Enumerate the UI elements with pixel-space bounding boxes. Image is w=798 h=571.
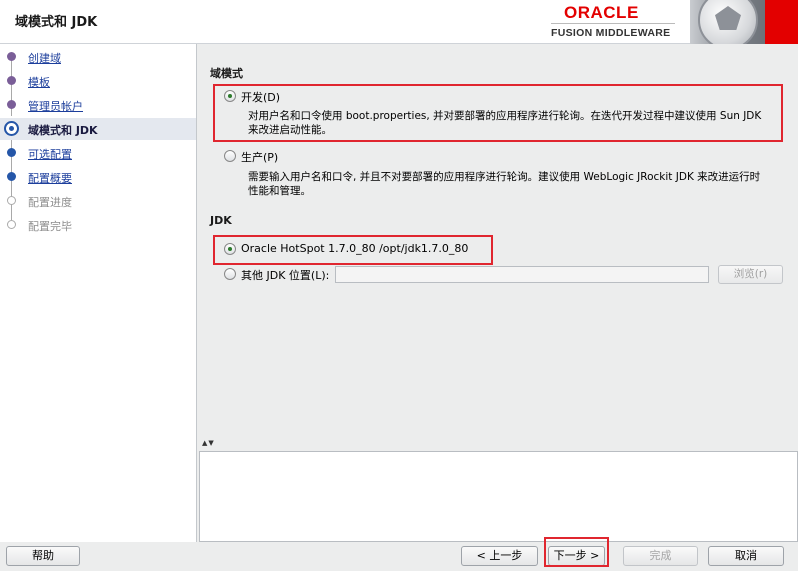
development-radio[interactable] bbox=[224, 90, 236, 102]
nav-step-optional-config[interactable]: 可选配置 bbox=[0, 140, 196, 164]
oracle-logo: ORACLE FUSION MIDDLEWARE bbox=[549, 0, 679, 44]
step-connector bbox=[11, 212, 12, 220]
nav-step-label[interactable]: 域模式和 JDK bbox=[28, 122, 98, 138]
step-pending-icon bbox=[7, 148, 16, 157]
nav-step-label[interactable]: 创建域 bbox=[28, 50, 61, 66]
nav-step-label[interactable]: 配置概要 bbox=[28, 170, 72, 186]
nav-step-label: 配置进度 bbox=[28, 196, 72, 209]
nav-step-config-summary[interactable]: 配置概要 bbox=[0, 164, 196, 188]
step-done-icon bbox=[7, 52, 16, 61]
step-pending-icon bbox=[7, 172, 16, 181]
jdk-heading: JDK bbox=[210, 214, 232, 227]
step-done-icon bbox=[7, 100, 16, 109]
back-button[interactable]: < 上一步 bbox=[461, 546, 538, 566]
nav-step-domain-mode-jdk[interactable]: 域模式和 JDK bbox=[0, 118, 196, 140]
development-description-line: 来改进启动性能。 bbox=[248, 124, 332, 136]
pane-splitter[interactable]: ▲▼ bbox=[199, 439, 798, 447]
production-description-line: 性能和管理。 bbox=[248, 185, 311, 197]
page-title: 域模式和 JDK bbox=[15, 15, 98, 30]
nav-step-label: 配置完毕 bbox=[28, 220, 72, 233]
production-description-line: 需要输入用户名和口令, 并且不对要部署的应用程序进行轮询。建议使用 WebLog… bbox=[248, 171, 761, 183]
cancel-button[interactable]: 取消 bbox=[708, 546, 784, 566]
hotspot-jdk-label[interactable]: Oracle HotSpot 1.7.0_80 /opt/jdk1.7.0_80 bbox=[241, 242, 468, 255]
finish-button: 完成 bbox=[623, 546, 698, 566]
other-jdk-path-input[interactable] bbox=[335, 266, 709, 283]
fusion-middleware-text: FUSION MIDDLEWARE bbox=[551, 27, 671, 39]
development-description: 对用户名和口令使用 boot.properties, 并对要部署的应用程序进行轮… bbox=[248, 109, 784, 137]
highlight-box-next bbox=[544, 537, 609, 567]
splitter-arrows-icon[interactable]: ▲▼ bbox=[202, 439, 215, 447]
browse-button[interactable]: 浏览(r) bbox=[718, 265, 783, 284]
other-jdk-label[interactable]: 其他 JDK 位置(L): bbox=[241, 267, 329, 283]
nav-step-label[interactable]: 可选配置 bbox=[28, 146, 72, 162]
nav-step-templates[interactable]: 模板 bbox=[0, 68, 196, 92]
main-content-panel: 域模式 开发(D) 对用户名和口令使用 boot.properties, 并对要… bbox=[199, 44, 798, 447]
emblem-icon bbox=[690, 0, 798, 44]
nav-step-config-progress: 配置进度 bbox=[0, 188, 196, 212]
nav-step-create-domain[interactable]: 创建域 bbox=[0, 46, 196, 68]
wizard-step-nav: 创建域 模板 管理员帐户 域模式和 JDK 可选配置 配置概要 配置进度 配置完… bbox=[0, 44, 197, 542]
step-done-icon bbox=[7, 76, 16, 85]
header-bar: 域模式和 JDK ORACLE FUSION MIDDLEWARE bbox=[0, 0, 798, 44]
nav-step-label[interactable]: 管理员帐户 bbox=[28, 98, 83, 114]
production-description: 需要输入用户名和口令, 并且不对要部署的应用程序进行轮询。建议使用 WebLog… bbox=[248, 170, 784, 198]
nav-step-config-complete: 配置完毕 bbox=[0, 212, 196, 236]
current-step-icon bbox=[4, 121, 19, 136]
production-radio-label[interactable]: 生产(P) bbox=[241, 149, 278, 165]
step-disabled-icon bbox=[7, 196, 16, 205]
help-button[interactable]: 帮助 bbox=[6, 546, 80, 566]
logo-divider bbox=[551, 23, 675, 24]
oracle-logo-text: ORACLE bbox=[564, 3, 639, 22]
development-radio-label[interactable]: 开发(D) bbox=[241, 89, 280, 105]
step-disabled-icon bbox=[7, 220, 16, 229]
development-description-line: 对用户名和口令使用 boot.properties, 并对要部署的应用程序进行轮… bbox=[248, 110, 762, 122]
production-radio[interactable] bbox=[224, 150, 236, 162]
emblem-red-bar bbox=[765, 0, 798, 44]
hotspot-jdk-radio[interactable] bbox=[224, 243, 236, 255]
nav-step-admin-account[interactable]: 管理员帐户 bbox=[0, 92, 196, 116]
other-jdk-radio[interactable] bbox=[224, 268, 236, 280]
domain-mode-heading: 域模式 bbox=[210, 67, 243, 80]
message-pane bbox=[199, 451, 798, 542]
nav-step-label[interactable]: 模板 bbox=[28, 74, 50, 90]
